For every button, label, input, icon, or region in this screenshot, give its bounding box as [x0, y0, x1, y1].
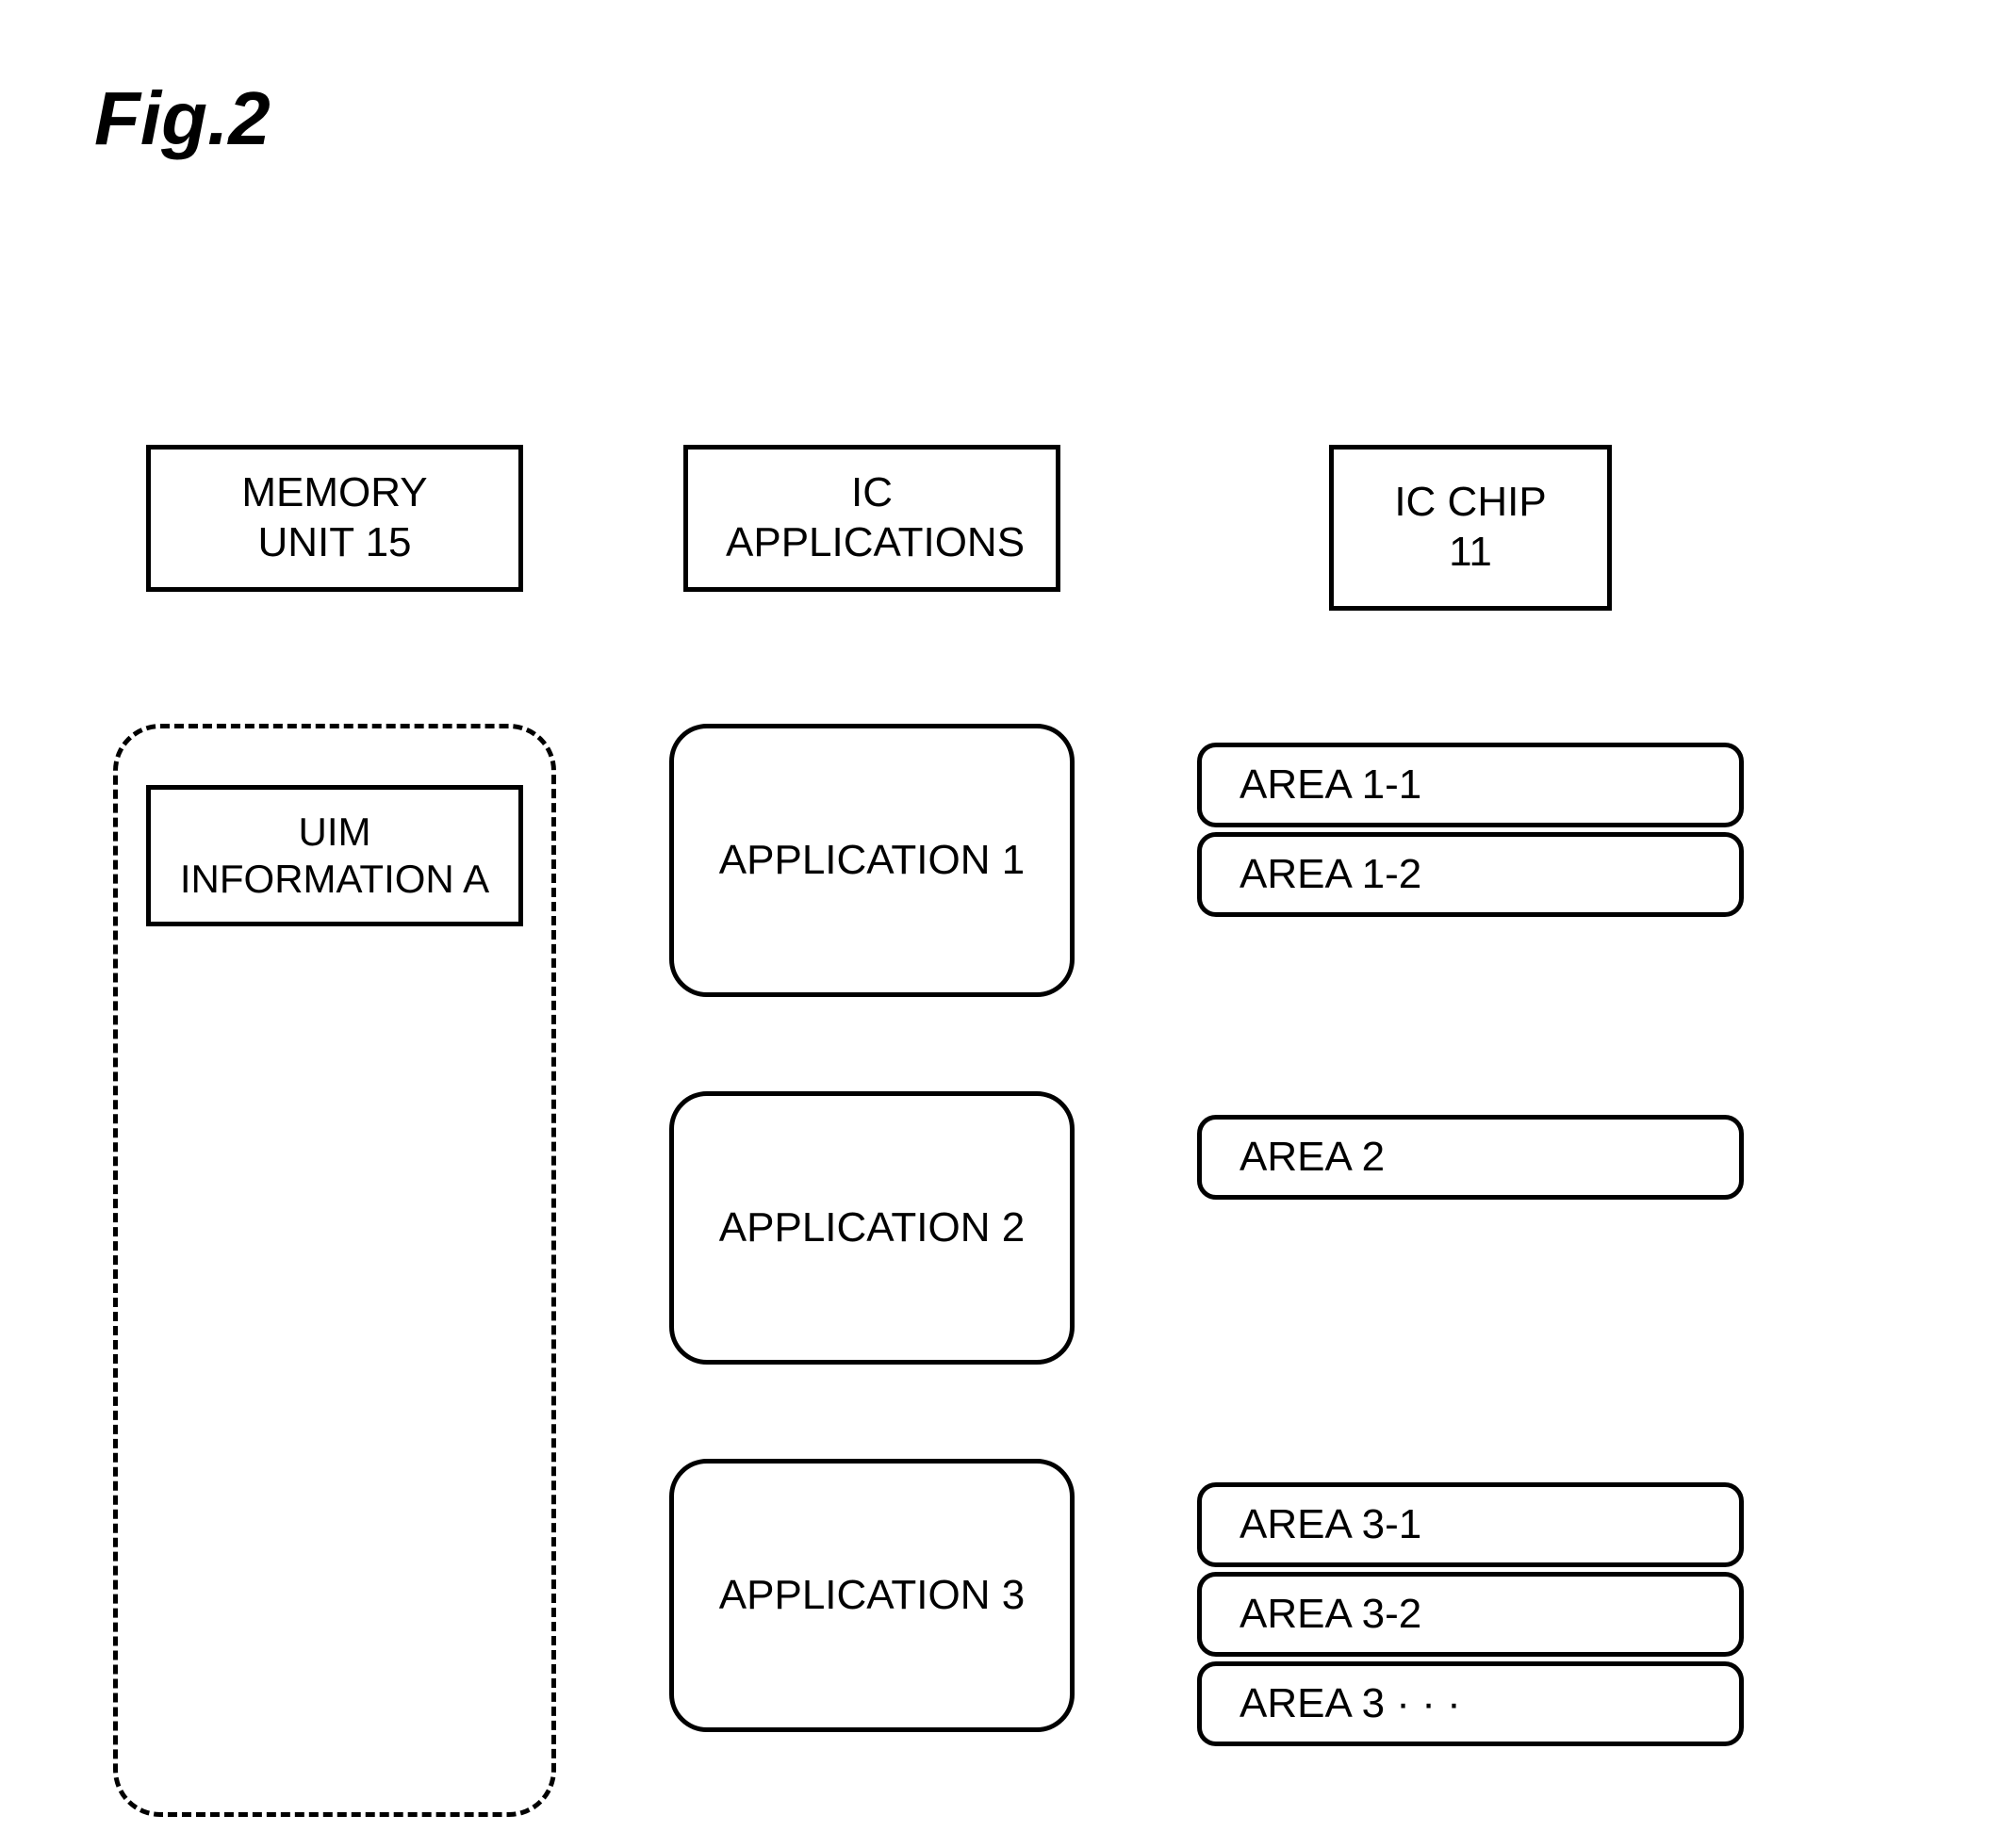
area-1-1-box: AREA 1-1: [1197, 743, 1744, 827]
chip-area-group-2: AREA 2: [1197, 1115, 1744, 1200]
area-3-2-box: AREA 3-2: [1197, 1572, 1744, 1657]
chip-area-group-3: AREA 3-1 AREA 3-2 AREA 3 · · ·: [1197, 1482, 1744, 1746]
chip-areas-stack: AREA 1-1 AREA 1-2 AREA 2 AREA 3-1 AREA 3…: [1197, 743, 1744, 1746]
chip-area-group-1: AREA 1-1 AREA 1-2: [1197, 743, 1744, 917]
memory-header: MEMORY UNIT 15: [146, 445, 523, 592]
applications-column: IC APPLICATIONS APPLICATION 1 APPLICATIO…: [650, 445, 1093, 1732]
figure-title: Fig.2: [94, 75, 1890, 162]
applications-stack: APPLICATION 1 APPLICATION 2 APPLICATION …: [669, 724, 1075, 1732]
application-3-box: APPLICATION 3: [669, 1459, 1075, 1732]
application-2-box: APPLICATION 2: [669, 1091, 1075, 1365]
chip-column: IC CHIP 11 AREA 1-1 AREA 1-2 AREA 2 AREA…: [1188, 445, 1753, 1746]
area-3-1-box: AREA 3-1: [1197, 1482, 1744, 1567]
area-1-2-box: AREA 1-2: [1197, 832, 1744, 917]
application-1-box: APPLICATION 1: [669, 724, 1075, 997]
chip-header: IC CHIP 11: [1329, 445, 1612, 611]
memory-unit-container: UIM INFORMATION A: [113, 724, 556, 1817]
uim-information-box: UIM INFORMATION A: [146, 785, 523, 927]
area-2-box: AREA 2: [1197, 1115, 1744, 1200]
applications-header: IC APPLICATIONS: [683, 445, 1060, 592]
area-3-more-box: AREA 3 · · ·: [1197, 1661, 1744, 1746]
diagram-container: MEMORY UNIT 15 UIM INFORMATION A IC APPL…: [113, 445, 1890, 1817]
memory-column: MEMORY UNIT 15 UIM INFORMATION A: [113, 445, 556, 1817]
